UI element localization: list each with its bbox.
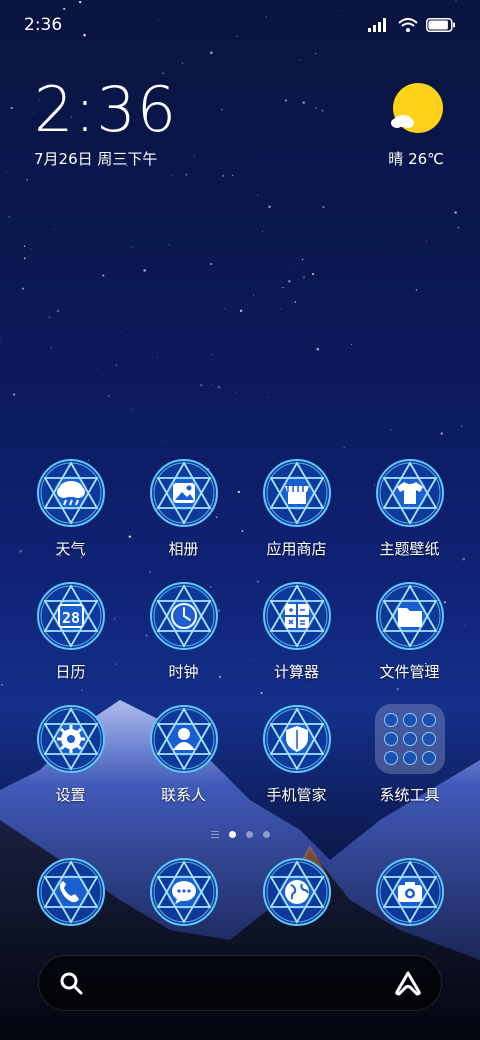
- app-tshirt[interactable]: 主题壁纸: [353, 458, 466, 559]
- wifi-icon: [398, 18, 418, 32]
- app-store[interactable]: 应用商店: [240, 458, 353, 559]
- battery-icon: [426, 18, 455, 32]
- calendar-icon: 28: [36, 582, 105, 650]
- clock-date: 7月26日 周三下午: [34, 150, 158, 168]
- weather-widget[interactable]: 晴 26℃: [388, 82, 444, 169]
- app-label: 系统工具: [379, 786, 440, 804]
- dock-message[interactable]: [127, 857, 240, 927]
- contact-icon: [149, 705, 218, 773]
- camera-icon: [375, 858, 444, 926]
- weather-text: 晴 26℃: [388, 150, 444, 168]
- page-dot: [262, 831, 270, 838]
- app-label: 相册: [168, 540, 199, 558]
- app-calculator[interactable]: 计算器: [240, 581, 353, 682]
- app-clock[interactable]: 时钟: [127, 581, 240, 682]
- signal-icon: [368, 18, 386, 32]
- app-folder[interactable]: 文件管理: [353, 581, 466, 682]
- app-label: 天气: [55, 540, 86, 558]
- assistant-icon[interactable]: [393, 970, 423, 996]
- cloud-rain-icon: [36, 459, 105, 527]
- app-folder-group[interactable]: 系统工具: [353, 704, 466, 805]
- shield-icon: [262, 705, 331, 773]
- status-icons: [368, 18, 456, 32]
- status-time: 2:36: [24, 15, 63, 35]
- browser-icon: [262, 858, 331, 926]
- dock: [14, 857, 466, 927]
- mini-app-icon: [383, 713, 398, 727]
- mini-app-icon: [402, 732, 417, 746]
- app-grid: 天气 相册 应用商店 主题壁纸 28 日历 时钟 计算器 文件管理 设置 联系人…: [14, 458, 466, 805]
- app-contact[interactable]: 联系人: [127, 704, 240, 805]
- gallery-icon: [149, 459, 218, 527]
- mini-app-icon: [383, 732, 398, 746]
- app-label: 应用商店: [266, 540, 327, 558]
- app-cloud-rain[interactable]: 天气: [14, 458, 127, 559]
- app-label: 主题壁纸: [379, 540, 440, 558]
- sun-cloud-icon: [388, 82, 444, 138]
- mini-app-icon: [402, 751, 417, 765]
- dock-camera[interactable]: [353, 857, 466, 927]
- dock-browser[interactable]: [240, 857, 353, 927]
- page-indicator[interactable]: [0, 831, 480, 838]
- dock-phone[interactable]: [14, 857, 127, 927]
- clock-widget[interactable]: 2:36 7月26日 周三下午: [34, 78, 177, 169]
- page-dot: [245, 831, 253, 838]
- tshirt-icon: [375, 459, 444, 527]
- folder-group-icon: [374, 704, 445, 774]
- folder-icon: [375, 582, 444, 650]
- message-icon: [149, 858, 218, 926]
- app-label: 日历: [55, 663, 86, 681]
- calculator-icon: [262, 582, 331, 650]
- mini-app-icon: [421, 751, 436, 765]
- clock-time: 2:36: [34, 73, 178, 146]
- mini-app-icon: [421, 713, 436, 727]
- mini-app-icon: [402, 713, 417, 727]
- app-label: 文件管理: [379, 663, 440, 681]
- clock-icon: [149, 582, 218, 650]
- status-bar: 2:36: [0, 0, 480, 50]
- app-gear[interactable]: 设置: [14, 704, 127, 805]
- search-bar[interactable]: [38, 955, 442, 1011]
- app-label: 手机管家: [266, 786, 327, 804]
- store-icon: [262, 459, 331, 527]
- app-shield[interactable]: 手机管家: [240, 704, 353, 805]
- app-label: 时钟: [168, 663, 199, 681]
- app-label: 联系人: [160, 786, 206, 804]
- app-calendar[interactable]: 28 日历: [14, 581, 127, 682]
- app-label: 计算器: [273, 663, 319, 681]
- page-dot: [228, 831, 236, 838]
- search-icon[interactable]: [59, 971, 83, 995]
- page-menu-icon: [210, 831, 219, 838]
- mini-app-icon: [421, 732, 436, 746]
- phone-icon: [36, 858, 105, 926]
- app-label: 设置: [55, 786, 86, 804]
- gear-icon: [36, 705, 105, 773]
- app-gallery[interactable]: 相册: [127, 458, 240, 559]
- mini-app-icon: [383, 751, 398, 765]
- svg-text:28: 28: [61, 609, 79, 627]
